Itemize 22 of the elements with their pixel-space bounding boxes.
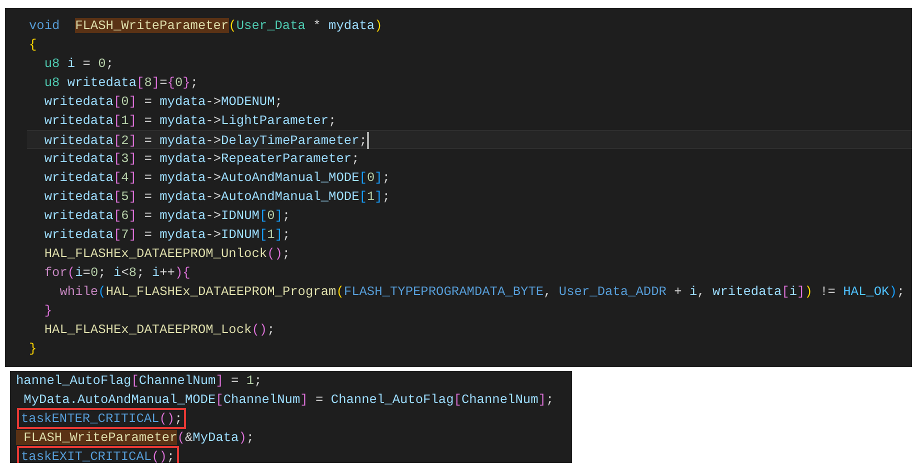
code-line: MyData.AutoAndManual_MODE[ChannelNum] = Channel_AutoFlag[ChannelNum];	[22, 391, 555, 409]
code-line: hannel_AutoFlag[ChannelNum] = 1;	[15, 372, 263, 390]
code-line: HAL_FLASHEx_DATAEEPROM_Unlock();	[43, 245, 292, 263]
code-line: taskENTER_CRITICAL();	[18, 409, 186, 428]
code-line: writedata[3] = mydata->RepeaterParameter;	[43, 150, 360, 168]
code-line: writedata[7] = mydata->IDNUM[1];	[43, 226, 292, 244]
code-line: HAL_FLASHEx_DATAEEPROM_Lock();	[43, 321, 276, 339]
code-line: writedata[4] = mydata->AutoAndManual_MODE[0];	[43, 169, 392, 187]
code-line: writedata[5] = mydata->AutoAndManual_MODE[1];	[43, 188, 392, 206]
code-line: void FLASH_WriteParameter(User_Data * mydata)	[28, 17, 384, 35]
code-line: taskEXIT_CRITICAL();	[18, 447, 178, 463]
code-line: {	[28, 36, 38, 54]
code-line: writedata[1] = mydata->LightParameter;	[43, 112, 338, 130]
code-line: writedata[2] = mydata->DelayTimeParameter;	[43, 131, 370, 148]
code-line: writedata[0] = mydata->MODENUM;	[43, 93, 284, 111]
code-line: while(HAL_FLASHEx_DATAEEPROM_Program(FLASH_TYPEPROGRAMDATA_BYTE, User_Data_ADDR + i, writedata[i]) != HAL_OK);	[58, 283, 906, 301]
code-line: u8 writedata[8]={0};	[43, 74, 200, 92]
code-line: }	[43, 302, 54, 320]
code-line: for(i=0; i<8; i++){	[43, 264, 192, 282]
code-line: }	[28, 340, 38, 358]
code-line: u8 i = 0;	[43, 55, 114, 73]
code-line: writedata[6] = mydata->IDNUM[0];	[43, 207, 292, 225]
